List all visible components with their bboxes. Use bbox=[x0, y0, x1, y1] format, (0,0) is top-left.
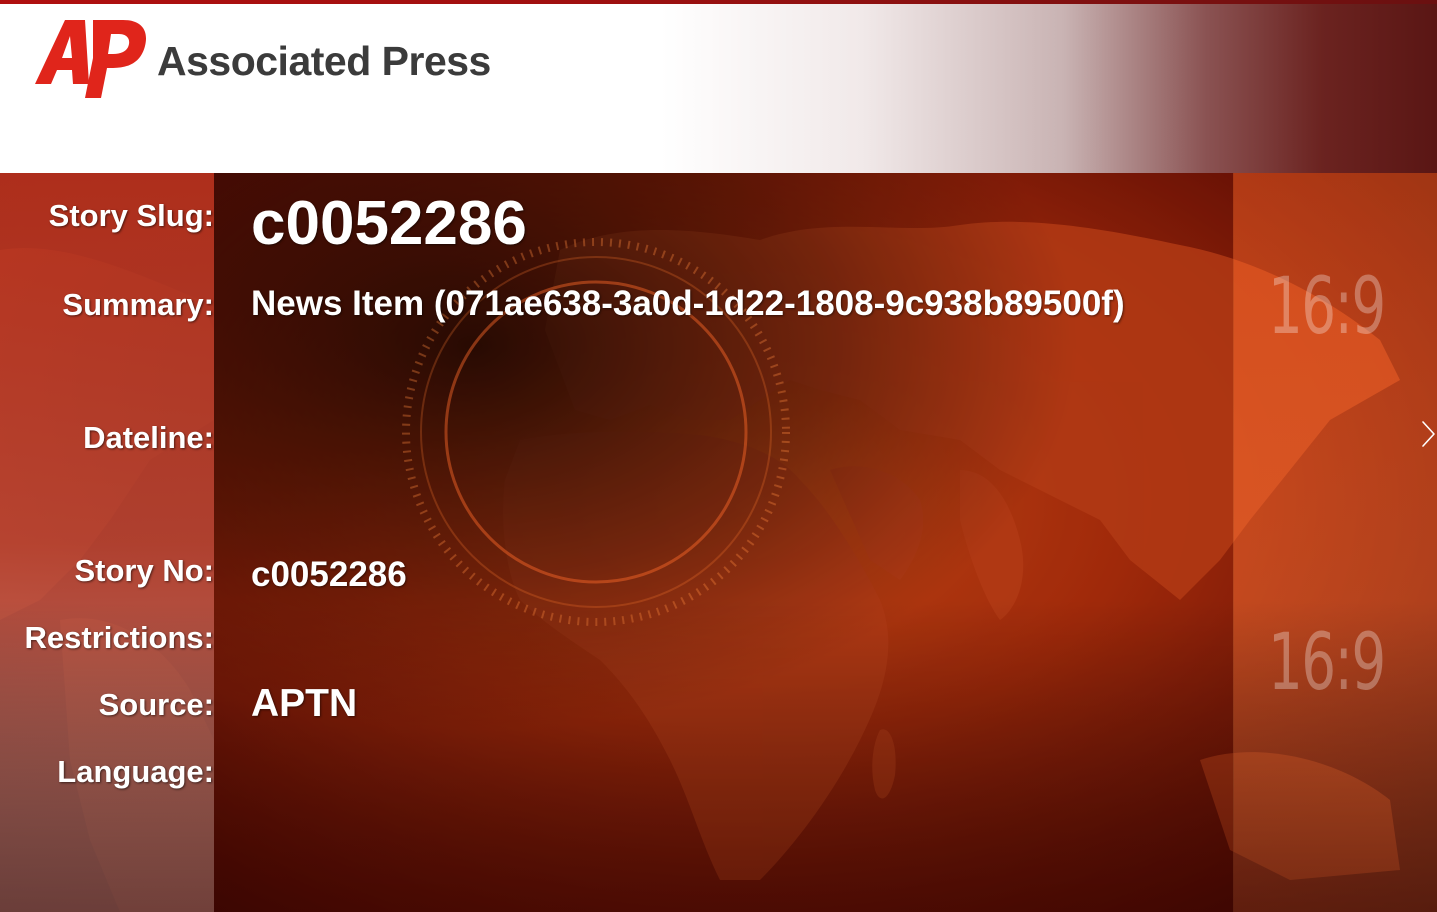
ap-logo-mark bbox=[35, 20, 147, 98]
source-label: Source: bbox=[98, 687, 214, 722]
summary-label: Summary: bbox=[62, 287, 214, 322]
story-no-label: Story No: bbox=[74, 553, 215, 588]
language-label: Language: bbox=[57, 754, 214, 789]
story-slug-label: Story Slug: bbox=[48, 198, 214, 233]
next-slide-button[interactable] bbox=[1420, 418, 1437, 450]
restrictions-label: Restrictions: bbox=[24, 620, 214, 655]
story-no-value: c0052286 bbox=[251, 555, 407, 594]
aspect-ratio-mark-top: 16:9 bbox=[1268, 262, 1386, 352]
ap-logo bbox=[33, 18, 149, 100]
summary-value: News Item (071ae638-3a0d-1d22-1808-9c938… bbox=[251, 284, 1125, 323]
dateline-label: Dateline: bbox=[83, 420, 214, 455]
chevron-right-icon bbox=[1422, 421, 1435, 447]
brand-name: Associated Press bbox=[157, 38, 491, 84]
source-value: APTN bbox=[251, 682, 358, 725]
slate-screen: Associated Press Story Slug: Summary: Da… bbox=[0, 0, 1437, 912]
story-slug-value: c0052286 bbox=[251, 189, 527, 258]
header-banner: Associated Press bbox=[0, 0, 1437, 173]
aspect-ratio-mark-bottom: 16:9 bbox=[1268, 618, 1386, 708]
